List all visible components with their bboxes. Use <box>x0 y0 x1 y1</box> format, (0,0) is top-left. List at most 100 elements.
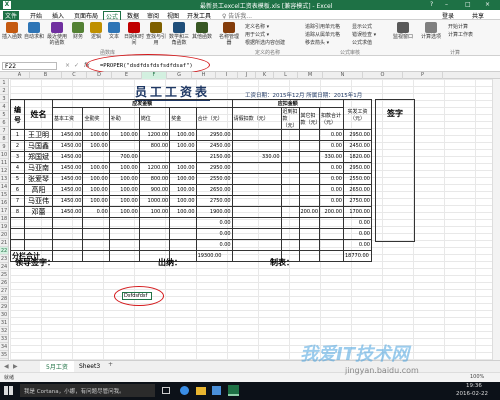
evaluate-formula-button[interactable]: 公式求值 <box>352 39 376 47</box>
table-cell[interactable]: 100.00 <box>108 162 140 174</box>
table-cell[interactable]: 1000.00 <box>138 195 171 207</box>
name-box[interactable]: F22 <box>2 62 57 70</box>
row-header[interactable]: 14 <box>0 183 8 191</box>
row-header[interactable]: 24 <box>0 263 8 271</box>
table-cell[interactable]: 100.00 <box>82 195 110 207</box>
cancel-icon[interactable]: × <box>65 62 70 69</box>
table-cell[interactable]: 700.00 <box>108 151 140 163</box>
table-cell[interactable] <box>298 173 320 185</box>
table-cell[interactable]: 200.00 <box>298 206 320 218</box>
table-cell[interactable]: 2650.00 <box>343 184 372 196</box>
table-cell[interactable]: 2450.00 <box>343 140 372 152</box>
table-cell[interactable]: 100.00 <box>108 129 140 141</box>
maximize-button[interactable]: □ <box>465 1 471 8</box>
table-cell[interactable]: 1450.00 <box>51 173 84 185</box>
table-cell[interactable]: 2950.00 <box>195 129 233 141</box>
calc-now-button[interactable]: 开始计算 <box>448 23 473 31</box>
datetime-button[interactable]: 日期和时间 <box>124 22 144 46</box>
table-cell[interactable] <box>169 217 197 229</box>
row-header[interactable]: 27 <box>0 287 8 295</box>
share-button[interactable]: 共享 <box>470 11 486 20</box>
text-button[interactable]: 文本 <box>106 22 122 40</box>
table-cell[interactable] <box>319 228 344 240</box>
name-manager-button[interactable]: 名称管理器 <box>218 22 240 46</box>
row-header[interactable]: 35 <box>0 351 8 359</box>
table-cell[interactable]: 100.00 <box>138 206 171 218</box>
table-cell[interactable] <box>108 228 140 240</box>
row-header[interactable]: 26 <box>0 279 8 287</box>
table-cell[interactable]: 0.00 <box>195 239 233 251</box>
table-cell[interactable] <box>231 239 282 251</box>
trace-dependents-button[interactable]: 追踪从属单元格 <box>305 31 340 39</box>
row-header[interactable]: 17 <box>0 207 8 215</box>
table-cell[interactable] <box>108 140 140 152</box>
table-cell[interactable] <box>231 228 282 240</box>
column-header[interactable]: L <box>274 72 298 79</box>
table-cell[interactable] <box>169 239 197 251</box>
table-cell[interactable]: 100.00 <box>169 184 197 196</box>
row-header[interactable]: 2 <box>0 87 8 95</box>
row-header[interactable]: 31 <box>0 319 8 327</box>
table-cell[interactable]: 1450.00 <box>51 140 84 152</box>
table-cell[interactable]: 0.00 <box>343 228 372 240</box>
menu-insert[interactable]: 插入 <box>50 11 66 20</box>
table-cell[interactable]: 马亚伟 <box>24 195 53 207</box>
table-cell[interactable] <box>280 206 300 218</box>
table-cell[interactable] <box>138 217 171 229</box>
table-cell[interactable] <box>298 228 320 240</box>
table-cell[interactable] <box>280 239 300 251</box>
row-header[interactable]: 9 <box>0 143 8 151</box>
table-cell[interactable]: 2550.00 <box>195 173 233 185</box>
cortana-search-box[interactable]: 我是 Cortana，小娜，有问题尽管问我。 <box>20 384 155 397</box>
add-sheet-button[interactable]: + <box>108 361 113 368</box>
table-cell[interactable] <box>108 239 140 251</box>
table-cell[interactable]: 2550.00 <box>343 173 372 185</box>
column-header[interactable]: O <box>363 72 403 79</box>
table-cell[interactable] <box>280 195 300 207</box>
column-header[interactable]: D <box>87 72 112 79</box>
table-cell[interactable] <box>298 162 320 174</box>
table-cell[interactable] <box>298 239 320 251</box>
table-cell[interactable] <box>298 217 320 229</box>
table-cell[interactable]: 4 <box>10 162 25 174</box>
tab-prev-icon[interactable]: ◀ <box>4 363 9 370</box>
table-cell[interactable] <box>108 217 140 229</box>
table-cell[interactable]: 100.00 <box>169 129 197 141</box>
define-name-button[interactable]: 定义名称 ▾ <box>245 23 285 31</box>
table-cell[interactable]: 100.00 <box>82 140 110 152</box>
row-header[interactable]: 33 <box>0 335 8 343</box>
table-cell[interactable]: 2150.00 <box>195 151 233 163</box>
table-cell[interactable] <box>24 228 53 240</box>
table-cell[interactable] <box>231 195 282 207</box>
table-cell[interactable]: 张爱琴 <box>24 173 53 185</box>
lookup-button[interactable]: 查找与引用 <box>146 22 166 46</box>
row-header[interactable]: 28 <box>0 295 8 303</box>
math-button[interactable]: 数学和三角函数 <box>168 22 190 46</box>
table-cell[interactable] <box>51 228 84 240</box>
table-cell[interactable]: 3 <box>10 151 25 163</box>
table-cell[interactable]: 7 <box>10 195 25 207</box>
menu-view[interactable]: 视图 <box>165 11 181 20</box>
row-header[interactable]: 16 <box>0 199 8 207</box>
table-cell[interactable] <box>138 228 171 240</box>
table-cell[interactable] <box>10 239 25 251</box>
table-cell[interactable]: 0.00 <box>319 162 344 174</box>
table-cell[interactable]: 0.00 <box>319 173 344 185</box>
table-cell[interactable] <box>280 184 300 196</box>
table-cell[interactable] <box>24 239 53 251</box>
worksheet-grid[interactable]: 员工工资表 工资日期：2015年12月 所属日期：2015年1月 编号 姓名 应… <box>10 79 500 360</box>
table-cell[interactable]: 1200.00 <box>138 129 171 141</box>
create-from-selection-button[interactable]: 根据所选内容创建 <box>245 39 285 47</box>
table-cell[interactable] <box>138 239 171 251</box>
table-cell[interactable]: 0.00 <box>319 140 344 152</box>
column-header[interactable]: N <box>323 72 363 79</box>
table-cell[interactable] <box>82 228 110 240</box>
table-cell[interactable]: 1450.00 <box>51 195 84 207</box>
table-cell[interactable]: 200.00 <box>319 206 344 218</box>
table-cell[interactable]: 2950.00 <box>195 162 233 174</box>
table-cell[interactable] <box>298 129 320 141</box>
row-header[interactable]: 18 <box>0 215 8 223</box>
table-cell[interactable]: 1450.00 <box>51 206 84 218</box>
row-header[interactable]: 15 <box>0 191 8 199</box>
menu-home[interactable]: 开始 <box>28 11 44 20</box>
